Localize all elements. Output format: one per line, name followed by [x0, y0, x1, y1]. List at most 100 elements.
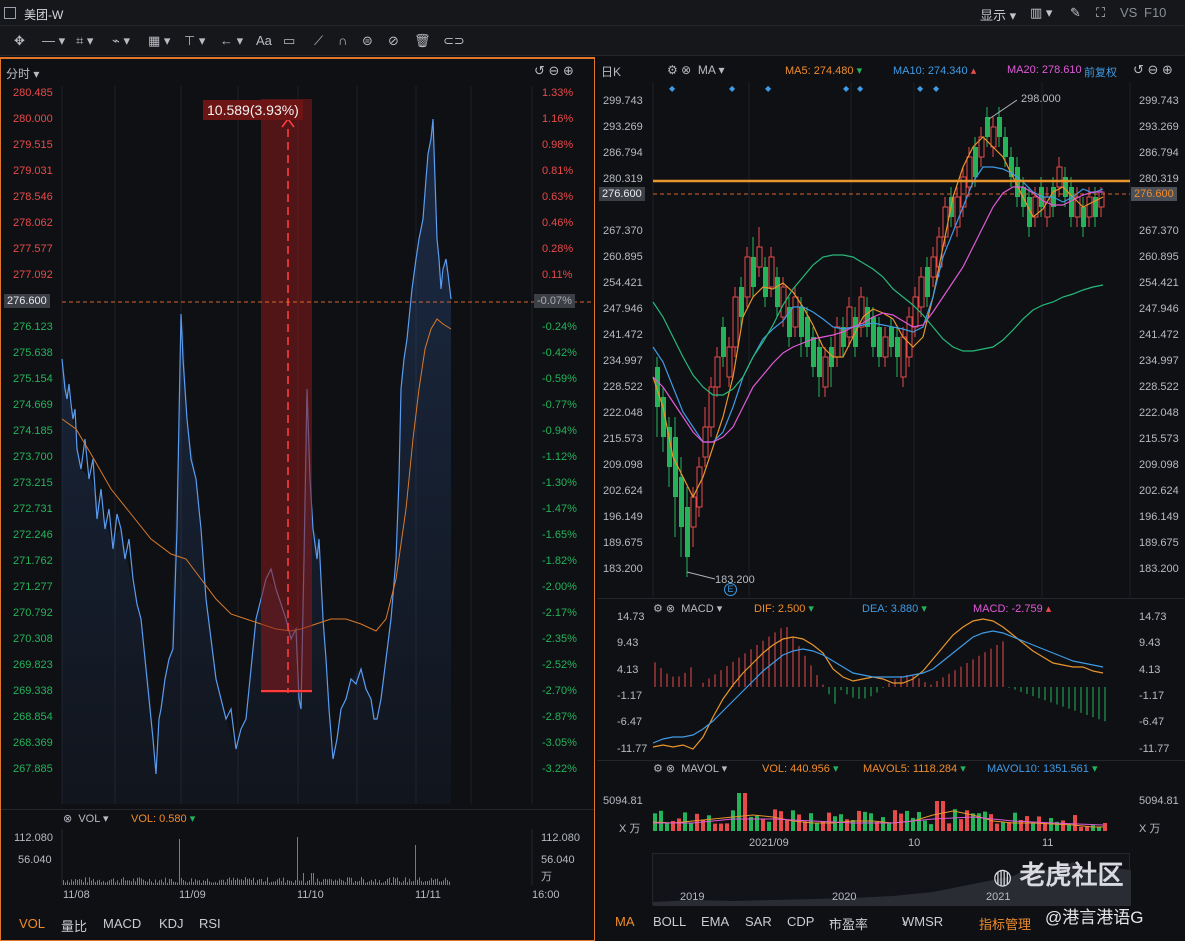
volume-bar: [129, 880, 130, 885]
volume-bar: [327, 879, 328, 885]
candle-body: [817, 347, 822, 377]
candle-body: [877, 327, 882, 357]
year-tick-2020: 2020: [832, 891, 857, 903]
volume-bar: [271, 881, 272, 885]
mavol10-value: MAVOL10: 1351.561 ▾: [987, 763, 1098, 775]
text-tool-icon[interactable]: Aa: [256, 32, 272, 50]
layout-icon[interactable]: ▥ ▾: [1030, 5, 1052, 21]
volume-bar: [241, 879, 242, 885]
daily-volume-bar: [659, 810, 663, 831]
vs-button[interactable]: VS: [1120, 5, 1137, 20]
percent-tick: -2.00%: [542, 581, 577, 593]
gann-tool-icon[interactable]: ▦ ▾: [148, 32, 170, 50]
daily-volume-bar: [737, 793, 741, 831]
percent-tick: -0.77%: [542, 399, 577, 411]
magnet-icon[interactable]: ∩: [338, 32, 347, 50]
percent-tick: -2.35%: [542, 633, 577, 645]
mavol-panel-header[interactable]: ⚙ ⊗ MAVOL ▾: [653, 762, 727, 775]
candle-body: [1056, 166, 1063, 188]
intraday-pane: 分时 ▾ ↺ ⊖ ⊕ 10.589(3.93%) 280.485 280.000…: [0, 57, 596, 941]
candle-body: [834, 326, 841, 358]
f10-button[interactable]: F10: [1144, 5, 1166, 20]
fullscreen-icon[interactable]: ⛶: [1096, 5, 1105, 21]
tab-rsi[interactable]: RSI: [199, 916, 221, 931]
macd-panel-header[interactable]: ⚙ ⊗ MACD ▾: [653, 602, 722, 615]
candle-body: [744, 256, 751, 298]
range-annotation[interactable]: 10.589(3.93%): [203, 100, 303, 120]
tab-cdp[interactable]: CDP: [787, 914, 814, 929]
volume-bar: [155, 879, 156, 885]
arrow-tool-icon[interactable]: ← ▾: [220, 32, 243, 50]
volume-bar: [307, 880, 308, 885]
move-icon[interactable]: ✥: [14, 32, 25, 50]
volume-bar: [447, 880, 448, 885]
tab-ema[interactable]: EMA: [701, 914, 729, 929]
volume-bar: [135, 881, 136, 885]
daily-volume-bar: [755, 815, 759, 831]
rect-tool-icon[interactable]: ⌗ ▾: [76, 32, 93, 50]
volume-bar: [403, 880, 404, 885]
daily-volume-bar: [779, 811, 783, 831]
tab-boll[interactable]: BOLL: [653, 914, 686, 929]
tab-kdj[interactable]: KDJ: [159, 916, 184, 931]
tab-volume-ratio[interactable]: 量比: [61, 916, 87, 935]
volume-bar: [207, 878, 208, 885]
earnings-event-icon[interactable]: E: [724, 583, 737, 596]
daily-volume-chart: [652, 793, 1107, 831]
daily-volume-bar: [1025, 816, 1029, 831]
vol-panel-header[interactable]: ⊗ VOL ▾: [63, 812, 109, 825]
price-tick: 280.000: [13, 113, 53, 125]
last-pct-box: -0.07%: [534, 294, 575, 308]
daily-volume-bar: [953, 809, 957, 831]
percent-tick: 1.16%: [542, 113, 574, 125]
daily-k-pane: 日K ⚙ ⊗ MA ▾ MA5: 274.480 ▾ MA10: 274.340…: [597, 57, 1185, 941]
daily-volume-bar: [1001, 821, 1005, 831]
volume-bar: [105, 882, 106, 885]
line-tool-icon[interactable]: — ▾: [42, 32, 65, 50]
volume-bar: [137, 877, 138, 885]
volume-bar: [239, 879, 240, 885]
pane-divider[interactable]: [595, 57, 597, 941]
tab-pe[interactable]: 市盈率 ›: [829, 914, 868, 932]
svg-text:◆: ◆: [669, 84, 676, 93]
svg-text:◆: ◆: [917, 84, 924, 93]
volume-bar: [191, 878, 192, 885]
tab-indicator-manage[interactable]: 指标管理: [979, 914, 1031, 933]
price-tick: 268.369: [13, 737, 53, 749]
volume-bar: [445, 877, 446, 885]
volume-bar: [315, 882, 316, 885]
volume-bar: [133, 878, 134, 885]
eye-icon[interactable]: ⊜: [362, 32, 373, 50]
dif-value: DIF: 2.500 ▾: [754, 603, 814, 615]
tab-sar[interactable]: SAR: [745, 914, 772, 929]
volume-bar: [205, 880, 206, 885]
candle-body: [679, 477, 684, 527]
daily-volume-bar: [1031, 823, 1035, 831]
tab-wmsr[interactable]: WMSR ›: [902, 914, 943, 929]
volume-bar: [335, 879, 336, 885]
window-icon[interactable]: [4, 7, 16, 19]
tab-ma[interactable]: MA: [615, 914, 635, 929]
daily-volume-bar: [947, 823, 951, 831]
display-menu[interactable]: 显示 ▾: [980, 5, 1016, 24]
volume-bar: [173, 881, 174, 885]
volume-bar: [449, 881, 450, 885]
fib-tool-icon[interactable]: ⊤ ▾: [184, 32, 205, 50]
wave-tool-icon[interactable]: ⌁ ▾: [112, 32, 130, 50]
pen-icon[interactable]: ✎: [1070, 5, 1081, 21]
volume-bar: [227, 879, 228, 885]
volume-bar: [233, 877, 234, 885]
hide-icon[interactable]: ⊘: [388, 32, 399, 50]
tab-macd[interactable]: MACD: [103, 916, 141, 931]
volume-bar: [435, 878, 436, 885]
trash-icon[interactable]: 🗑: [414, 32, 431, 50]
daily-volume-bar: [1073, 815, 1077, 831]
ruler-icon[interactable]: ⟋: [314, 32, 323, 50]
tab-vol[interactable]: VOL: [19, 916, 45, 931]
link-icon[interactable]: ⊂⊃: [443, 32, 465, 50]
note-tool-icon[interactable]: ▭: [283, 32, 295, 50]
volume-bar: [243, 880, 244, 885]
volume-bar: [365, 882, 366, 885]
daily-volume-bar: [677, 818, 681, 831]
candle-body: [799, 307, 804, 337]
